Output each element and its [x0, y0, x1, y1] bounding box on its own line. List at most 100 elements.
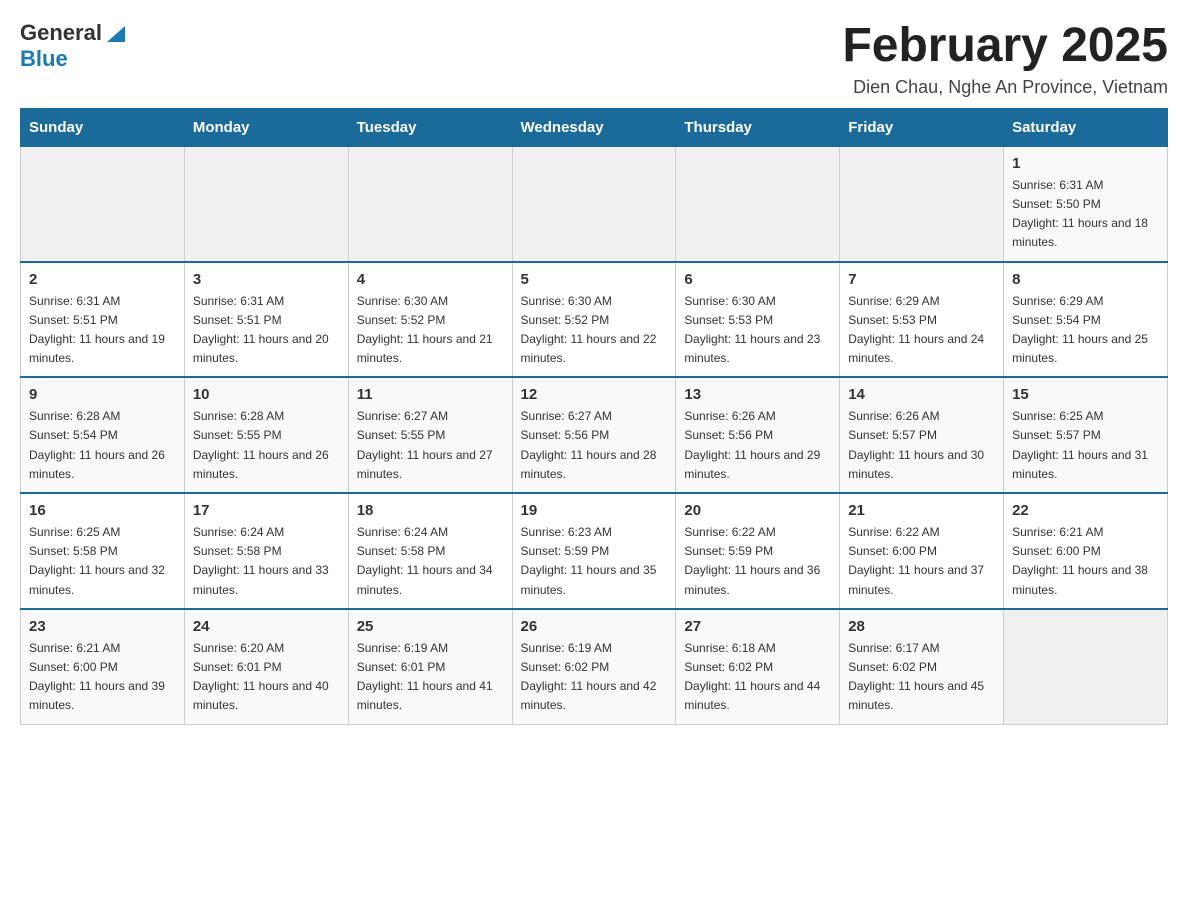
day-info: Sunrise: 6:26 AMSunset: 5:57 PMDaylight:… — [848, 407, 995, 484]
calendar-day-cell: 10 Sunrise: 6:28 AMSunset: 5:55 PMDayligh… — [184, 377, 348, 493]
calendar-table: SundayMondayTuesdayWednesdayThursdayFrid… — [20, 108, 1168, 725]
calendar-day-cell: 8 Sunrise: 6:29 AMSunset: 5:54 PMDaylight… — [1004, 262, 1168, 378]
day-info: Sunrise: 6:28 AMSunset: 5:54 PMDaylight:… — [29, 407, 176, 484]
calendar-header-row: SundayMondayTuesdayWednesdayThursdayFrid… — [21, 108, 1168, 146]
day-info: Sunrise: 6:29 AMSunset: 5:54 PMDaylight:… — [1012, 292, 1159, 369]
day-number: 8 — [1012, 271, 1159, 288]
calendar-week-row: 9 Sunrise: 6:28 AMSunset: 5:54 PMDaylight… — [21, 377, 1168, 493]
calendar-day-cell: 6 Sunrise: 6:30 AMSunset: 5:53 PMDaylight… — [676, 262, 840, 378]
day-info: Sunrise: 6:30 AMSunset: 5:52 PMDaylight:… — [357, 292, 504, 369]
logo-blue-text: Blue — [20, 46, 68, 72]
day-info: Sunrise: 6:27 AMSunset: 5:56 PMDaylight:… — [521, 407, 668, 484]
calendar-day-cell: 23Sunrise: 6:21 AMSunset: 6:00 PMDayligh… — [21, 609, 185, 724]
day-number: 14 — [848, 386, 995, 403]
day-info: Sunrise: 6:17 AMSunset: 6:02 PMDaylight:… — [848, 639, 995, 716]
day-number: 18 — [357, 502, 504, 519]
calendar-day-cell: 20 Sunrise: 6:22 AMSunset: 5:59 PMDayligh… — [676, 493, 840, 609]
day-info: Sunrise: 6:30 AMSunset: 5:53 PMDaylight:… — [684, 292, 831, 369]
day-info: Sunrise: 6:24 AMSunset: 5:58 PMDaylight:… — [193, 523, 340, 600]
day-info: Sunrise: 6:20 AMSunset: 6:01 PMDaylight:… — [193, 639, 340, 716]
day-number: 12 — [521, 386, 668, 403]
calendar-week-row: 1 Sunrise: 6:31 AMSunset: 5:50 PMDaylight… — [21, 146, 1168, 261]
calendar-week-row: 23Sunrise: 6:21 AMSunset: 6:00 PMDayligh… — [21, 609, 1168, 724]
day-number: 6 — [684, 271, 831, 288]
day-info: Sunrise: 6:28 AMSunset: 5:55 PMDaylight:… — [193, 407, 340, 484]
day-number: 20 — [684, 502, 831, 519]
weekday-header: Wednesday — [512, 108, 676, 146]
day-info: Sunrise: 6:19 AMSunset: 6:02 PMDaylight:… — [521, 639, 668, 716]
logo-general-text: General — [20, 20, 102, 46]
day-number: 7 — [848, 271, 995, 288]
calendar-week-row: 2 Sunrise: 6:31 AMSunset: 5:51 PMDaylight… — [21, 262, 1168, 378]
day-info: Sunrise: 6:30 AMSunset: 5:52 PMDaylight:… — [521, 292, 668, 369]
day-info: Sunrise: 6:25 AMSunset: 5:57 PMDaylight:… — [1012, 407, 1159, 484]
day-number: 19 — [521, 502, 668, 519]
weekday-header: Sunday — [21, 108, 185, 146]
day-number: 3 — [193, 271, 340, 288]
calendar-day-cell: 27 Sunrise: 6:18 AMSunset: 6:02 PMDayligh… — [676, 609, 840, 724]
day-info: Sunrise: 6:22 AMSunset: 6:00 PMDaylight:… — [848, 523, 995, 600]
day-number: 27 — [684, 618, 831, 635]
day-number: 11 — [357, 386, 504, 403]
day-number: 24 — [193, 618, 340, 635]
calendar-day-cell — [21, 146, 185, 261]
day-info: Sunrise: 6:31 AMSunset: 5:50 PMDaylight:… — [1012, 176, 1159, 253]
calendar-day-cell: 22 Sunrise: 6:21 AMSunset: 6:00 PMDayligh… — [1004, 493, 1168, 609]
title-area: February 2025 Dien Chau, Nghe An Provinc… — [842, 20, 1168, 98]
day-number: 5 — [521, 271, 668, 288]
calendar-day-cell: 26 Sunrise: 6:19 AMSunset: 6:02 PMDayligh… — [512, 609, 676, 724]
day-number: 23 — [29, 618, 176, 635]
day-info: Sunrise: 6:24 AMSunset: 5:58 PMDaylight:… — [357, 523, 504, 600]
calendar-day-cell: 2Sunrise: 6:31 AMSunset: 5:51 PMDaylight… — [21, 262, 185, 378]
logo: General Blue — [20, 20, 127, 72]
calendar-day-cell: 21Sunrise: 6:22 AMSunset: 6:00 PMDayligh… — [840, 493, 1004, 609]
main-title: February 2025 — [842, 20, 1168, 73]
day-number: 16 — [29, 502, 176, 519]
calendar-week-row: 16Sunrise: 6:25 AMSunset: 5:58 PMDayligh… — [21, 493, 1168, 609]
calendar-day-cell: 4 Sunrise: 6:30 AMSunset: 5:52 PMDaylight… — [348, 262, 512, 378]
day-number: 28 — [848, 618, 995, 635]
calendar-day-cell: 16Sunrise: 6:25 AMSunset: 5:58 PMDayligh… — [21, 493, 185, 609]
day-number: 9 — [29, 386, 176, 403]
calendar-day-cell: 15 Sunrise: 6:25 AMSunset: 5:57 PMDayligh… — [1004, 377, 1168, 493]
day-info: Sunrise: 6:31 AMSunset: 5:51 PMDaylight:… — [193, 292, 340, 369]
day-number: 15 — [1012, 386, 1159, 403]
day-number: 4 — [357, 271, 504, 288]
calendar-day-cell: 13 Sunrise: 6:26 AMSunset: 5:56 PMDayligh… — [676, 377, 840, 493]
day-number: 2 — [29, 271, 176, 288]
weekday-header: Thursday — [676, 108, 840, 146]
calendar-day-cell: 11 Sunrise: 6:27 AMSunset: 5:55 PMDayligh… — [348, 377, 512, 493]
logo-triangle-icon — [105, 22, 127, 44]
calendar-day-cell: 19 Sunrise: 6:23 AMSunset: 5:59 PMDayligh… — [512, 493, 676, 609]
calendar-day-cell: 3 Sunrise: 6:31 AMSunset: 5:51 PMDaylight… — [184, 262, 348, 378]
weekday-header: Monday — [184, 108, 348, 146]
day-info: Sunrise: 6:19 AMSunset: 6:01 PMDaylight:… — [357, 639, 504, 716]
day-info: Sunrise: 6:26 AMSunset: 5:56 PMDaylight:… — [684, 407, 831, 484]
calendar-day-cell: 9 Sunrise: 6:28 AMSunset: 5:54 PMDaylight… — [21, 377, 185, 493]
day-number: 25 — [357, 618, 504, 635]
calendar-day-cell — [840, 146, 1004, 261]
day-number: 22 — [1012, 502, 1159, 519]
day-number: 17 — [193, 502, 340, 519]
calendar-day-cell: 24 Sunrise: 6:20 AMSunset: 6:01 PMDayligh… — [184, 609, 348, 724]
calendar-day-cell: 18 Sunrise: 6:24 AMSunset: 5:58 PMDayligh… — [348, 493, 512, 609]
day-info: Sunrise: 6:27 AMSunset: 5:55 PMDaylight:… — [357, 407, 504, 484]
day-number: 26 — [521, 618, 668, 635]
day-info: Sunrise: 6:21 AMSunset: 6:00 PMDaylight:… — [1012, 523, 1159, 600]
weekday-header: Friday — [840, 108, 1004, 146]
day-number: 1 — [1012, 155, 1159, 172]
day-info: Sunrise: 6:18 AMSunset: 6:02 PMDaylight:… — [684, 639, 831, 716]
day-info: Sunrise: 6:22 AMSunset: 5:59 PMDaylight:… — [684, 523, 831, 600]
calendar-day-cell — [184, 146, 348, 261]
calendar-day-cell: 14 Sunrise: 6:26 AMSunset: 5:57 PMDayligh… — [840, 377, 1004, 493]
calendar-day-cell: 7 Sunrise: 6:29 AMSunset: 5:53 PMDaylight… — [840, 262, 1004, 378]
calendar-day-cell: 1 Sunrise: 6:31 AMSunset: 5:50 PMDaylight… — [1004, 146, 1168, 261]
calendar-day-cell — [676, 146, 840, 261]
day-info: Sunrise: 6:23 AMSunset: 5:59 PMDaylight:… — [521, 523, 668, 600]
calendar-day-cell: 25 Sunrise: 6:19 AMSunset: 6:01 PMDayligh… — [348, 609, 512, 724]
day-number: 13 — [684, 386, 831, 403]
day-info: Sunrise: 6:29 AMSunset: 5:53 PMDaylight:… — [848, 292, 995, 369]
calendar-day-cell — [512, 146, 676, 261]
subtitle: Dien Chau, Nghe An Province, Vietnam — [842, 77, 1168, 98]
day-number: 10 — [193, 386, 340, 403]
